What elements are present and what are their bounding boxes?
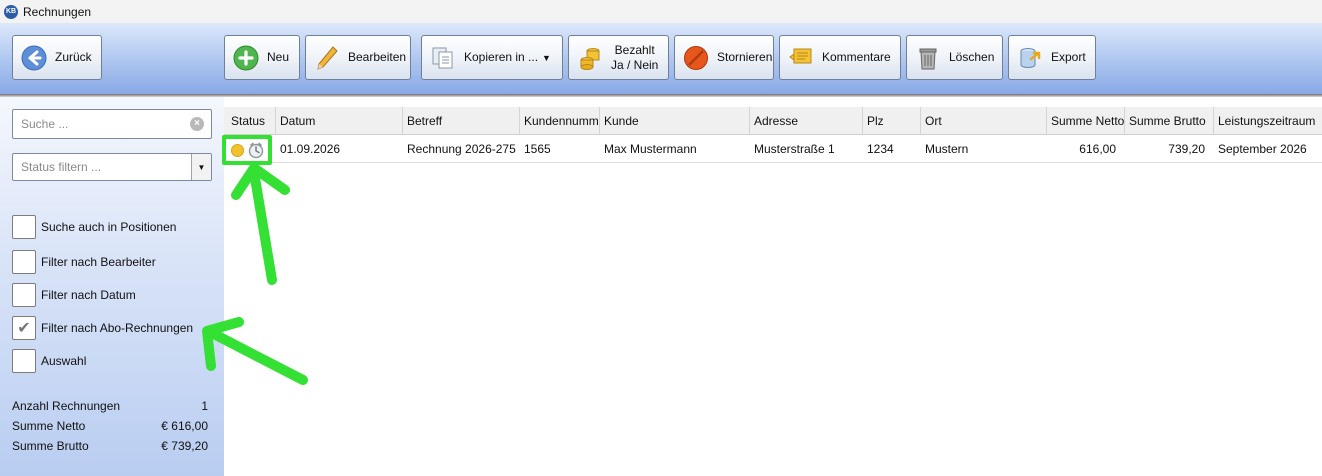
checkbox[interactable] [12,349,36,373]
cell-customer: Max Mustermann [604,142,697,156]
checkbox-search-positions[interactable]: Suche auch in Positionen [12,215,176,239]
column-header-customer-number[interactable]: Kundennummer [520,107,600,135]
column-header-customer[interactable]: Kunde [600,107,750,135]
cancel-invoice-button[interactable]: Stornieren [674,35,774,80]
checkbox-label: Filter nach Datum [41,288,136,302]
edit-label: Bearbeiten [348,50,407,64]
column-header-net-total[interactable]: Summe Netto [1047,107,1125,135]
column-header-date[interactable]: Datum [276,107,403,135]
stat-label: Summe Brutto [12,439,89,453]
stat-label: Anzahl Rechnungen [12,399,121,413]
comment-icon [788,45,814,71]
filter-sidebar: Suche ... × Status filtern ... ▼ Suche a… [0,97,224,476]
delete-button[interactable]: Löschen [906,35,1003,80]
comments-label: Kommentare [822,50,891,64]
stat-value: 1 [201,399,208,413]
coins-icon [577,45,603,71]
checkbox[interactable] [12,283,36,307]
copy-to-label: Kopieren in ... [464,50,539,64]
stat-net-total: Summe Netto € 616,00 [12,419,208,433]
cell-zip: 1234 [867,142,894,156]
paid-label-line2: Ja / Nein [611,57,659,72]
paid-label: Bezahlt Ja / Nein [611,43,658,73]
checkbox-label: Filter nach Bearbeiter [41,255,156,269]
clear-icon[interactable]: × [190,117,204,131]
invoice-table: Status Datum Betreff Kundennummer Kunde … [224,97,1322,476]
cell-subject: Rechnung 2026-275 [407,142,516,156]
stat-value: € 739,20 [161,439,208,453]
column-header-gross-total[interactable]: Summe Brutto [1125,107,1214,135]
checkbox-label: Filter nach Abo-Rechnungen [41,321,194,335]
toolbar: Zurück Neu Bearbeiten Kopieren in ... ▼ … [0,23,1322,94]
stat-label: Summe Netto [12,419,86,433]
checkbox-label: Suche auch in Positionen [41,220,177,234]
checkbox[interactable] [12,250,36,274]
edit-button[interactable]: Bearbeiten [305,35,411,80]
title-bar: KB Rechnungen [0,0,1322,23]
cell-net-total: 616,00 [1079,142,1116,156]
status-highlight-box [222,135,272,165]
checkbox-selection[interactable]: Auswahl [12,349,86,373]
cell-date: 01.09.2026 [280,142,341,156]
back-button[interactable]: Zurück [12,35,102,80]
checkbox[interactable]: ✔ [12,316,36,340]
cell-service-period: September 2026 [1218,142,1307,156]
window-title: Rechnungen [23,4,92,19]
new-label: Neu [267,50,290,64]
new-button[interactable]: Neu [224,35,300,80]
chevron-down-icon: ▼ [542,52,551,63]
export-button[interactable]: Export [1008,35,1096,80]
stat-invoice-count: Anzahl Rechnungen 1 [12,399,208,413]
checkbox-filter-date[interactable]: Filter nach Datum [12,283,136,307]
table-row[interactable]: 01.09.2026 Rechnung 2026-275 1565 Max Mu… [224,136,1322,163]
comments-button[interactable]: Kommentare [779,35,901,80]
table-header: Status Datum Betreff Kundennummer Kunde … [224,107,1322,135]
paid-toggle-button[interactable]: Bezahlt Ja / Nein [568,35,669,80]
plus-icon [233,45,259,71]
stat-value: € 616,00 [161,419,208,433]
copy-icon [430,45,456,71]
cell-gross-total: 739,20 [1168,142,1205,156]
search-placeholder: Suche ... [21,117,69,131]
delete-label: Löschen [949,50,995,64]
column-header-address[interactable]: Adresse [750,107,863,135]
checkbox-label: Auswahl [41,354,87,368]
cell-customer-number: 1565 [524,142,551,156]
search-input[interactable]: Suche ... × [12,109,212,139]
checkmark-icon: ✔ [17,320,31,337]
back-label: Zurück [55,50,92,64]
column-header-status[interactable]: Status [227,107,276,135]
checkbox-filter-subscription[interactable]: ✔ Filter nach Abo-Rechnungen [12,316,193,340]
pencil-icon [314,45,340,71]
column-header-city[interactable]: Ort [921,107,1047,135]
status-filter-select[interactable]: Status filtern ... ▼ [12,153,212,181]
column-header-subject[interactable]: Betreff [403,107,520,135]
chevron-down-icon[interactable]: ▼ [191,154,211,180]
app-logo: KB [4,4,18,19]
stat-gross-total: Summe Brutto € 739,20 [12,439,208,453]
trash-icon [915,45,941,71]
status-filter-placeholder: Status filtern ... [21,160,102,174]
forbidden-icon [683,45,709,71]
arrow-left-icon [21,45,47,71]
cell-city: Mustern [925,142,969,156]
column-header-service-period[interactable]: Leistungszeitraum [1214,107,1322,135]
checkbox-filter-editor[interactable]: Filter nach Bearbeiter [12,250,156,274]
export-icon [1017,45,1043,71]
export-label: Export [1051,50,1086,64]
cell-address: Musterstraße 1 [754,142,835,156]
column-header-zip[interactable]: Plz [863,107,921,135]
copy-to-button[interactable]: Kopieren in ... ▼ [421,35,563,80]
cancel-invoice-label: Stornieren [717,50,773,64]
paid-label-line1: Bezahlt [614,42,655,57]
checkbox[interactable] [12,215,36,239]
